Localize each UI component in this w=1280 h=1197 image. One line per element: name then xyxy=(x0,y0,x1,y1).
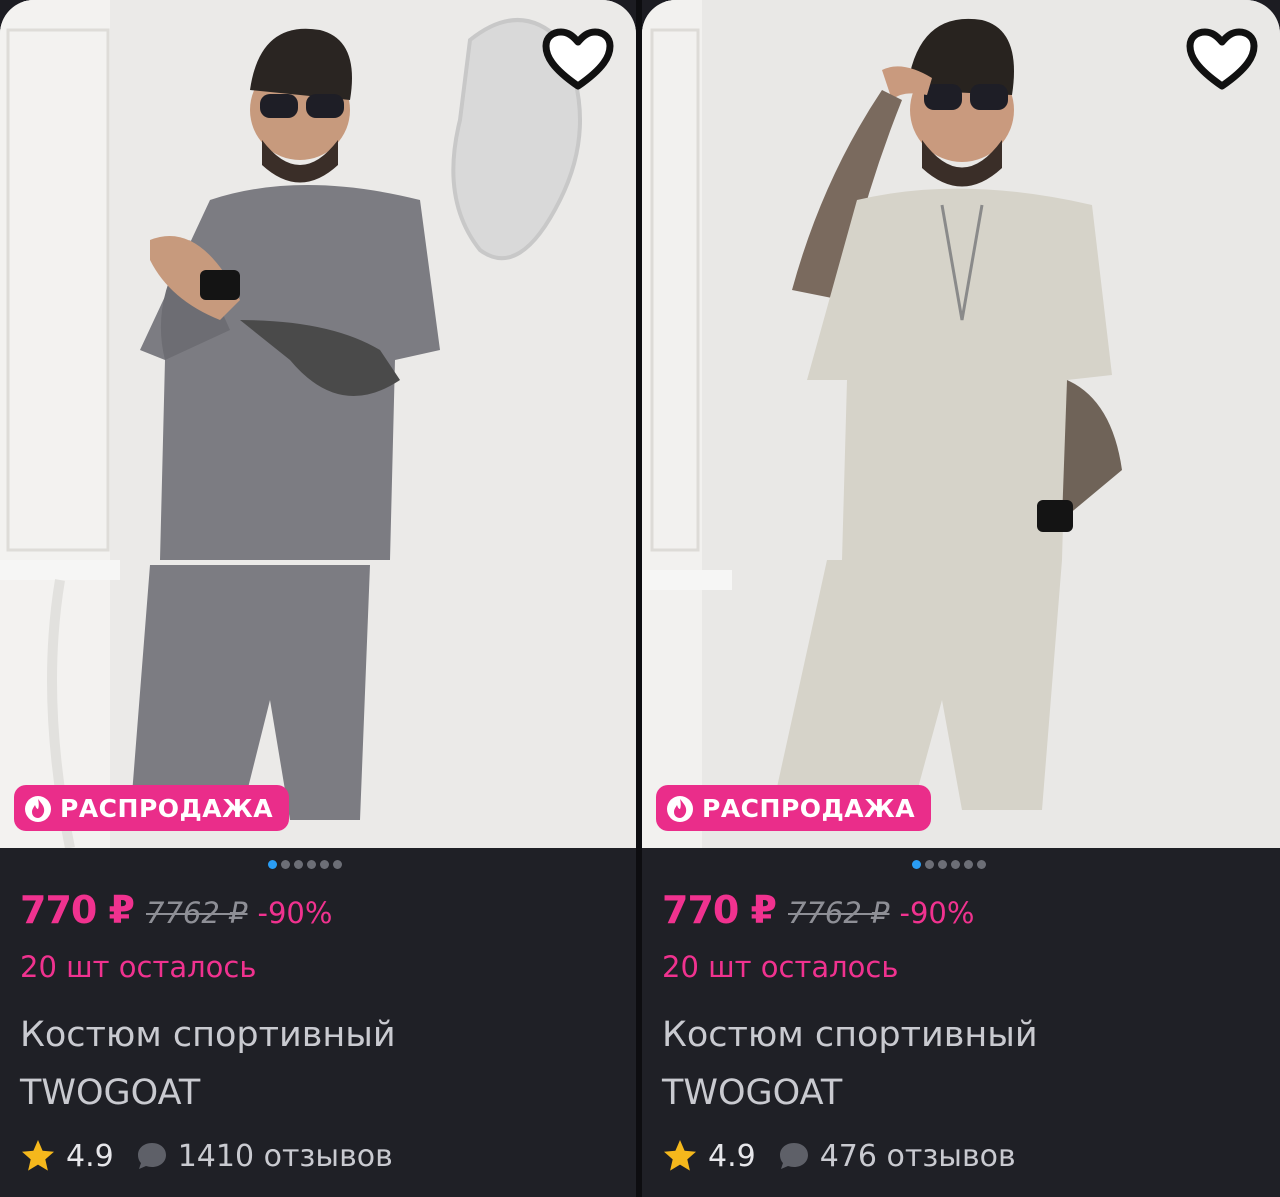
discount-percent: -90% xyxy=(899,896,975,930)
pagination-dot xyxy=(977,860,986,869)
discount-percent: -90% xyxy=(257,896,333,930)
sale-badge-label: РАСПРОДАЖА xyxy=(702,793,916,823)
sale-badge-label: РАСПРОДАЖА xyxy=(60,793,274,823)
product-title[interactable]: Костюм спортивный TWOGOAT xyxy=(20,1006,626,1122)
old-price: 7762 ₽ xyxy=(146,896,248,930)
reviews-count[interactable]: 1410 отзывов xyxy=(178,1139,393,1174)
sale-badge: РАСПРОДАЖА xyxy=(14,785,290,831)
rating-value: 4.9 xyxy=(66,1138,114,1174)
pagination-dot xyxy=(268,860,277,869)
product-title-line: Костюм спортивный xyxy=(20,1015,396,1055)
star-icon xyxy=(664,1140,696,1171)
photo-pagination xyxy=(268,860,342,869)
price-row: 770 ₽ 7762 ₽ -90% xyxy=(20,888,626,944)
comment-bubble-icon xyxy=(137,1143,166,1169)
current-price: 770 ₽ xyxy=(662,888,777,932)
product-title-line: Костюм спортивный xyxy=(662,1015,1038,1055)
product-photo[interactable]: РАСПРОДАЖА xyxy=(0,0,636,848)
stock-left: 20 шт осталось xyxy=(662,950,899,984)
pagination-dot xyxy=(938,860,947,869)
pagination-dot xyxy=(925,860,934,869)
product-card[interactable]: РАСПРОДАЖА 770 ₽ 7762 ₽ -90% 20 шт остал… xyxy=(0,0,636,1197)
product-title[interactable]: Костюм спортивный TWOGOAT xyxy=(662,1006,1270,1122)
product-info: 770 ₽ 7762 ₽ -90% 20 шт осталось Костюм … xyxy=(20,888,626,1182)
pagination-dot xyxy=(281,860,290,869)
product-brand: TWOGOAT xyxy=(662,1073,843,1113)
flame-icon xyxy=(667,796,693,822)
flame-icon xyxy=(25,796,51,822)
pagination-dot xyxy=(333,860,342,869)
pagination-dot xyxy=(964,860,973,869)
product-card[interactable]: РАСПРОДАЖА 770 ₽ 7762 ₽ -90% 20 шт остал… xyxy=(642,0,1280,1197)
pagination-dot xyxy=(294,860,303,869)
pagination-dot xyxy=(320,860,329,869)
product-brand: TWOGOAT xyxy=(20,1073,201,1113)
product-photo[interactable]: РАСПРОДАЖА xyxy=(642,0,1280,848)
favorite-heart-icon[interactable] xyxy=(542,28,614,92)
price-row: 770 ₽ 7762 ₽ -90% xyxy=(662,888,1270,944)
rating-row: 4.9 476 отзывов xyxy=(662,1130,1270,1182)
pagination-dot xyxy=(912,860,921,869)
sale-badge: РАСПРОДАЖА xyxy=(656,785,932,831)
rating-value: 4.9 xyxy=(708,1138,756,1174)
product-info: 770 ₽ 7762 ₽ -90% 20 шт осталось Костюм … xyxy=(662,888,1270,1182)
product-grid: РАСПРОДАЖА 770 ₽ 7762 ₽ -90% 20 шт остал… xyxy=(0,0,1280,1197)
reviews-count[interactable]: 476 отзывов xyxy=(820,1139,1016,1174)
old-price: 7762 ₽ xyxy=(788,896,890,930)
stock-left: 20 шт осталось xyxy=(20,950,257,984)
favorite-heart-icon[interactable] xyxy=(1186,28,1258,92)
comment-bubble-icon xyxy=(779,1143,808,1169)
star-icon xyxy=(22,1140,54,1171)
rating-row: 4.9 1410 отзывов xyxy=(20,1130,626,1182)
current-price: 770 ₽ xyxy=(20,888,135,932)
photo-pagination xyxy=(912,860,986,869)
pagination-dot xyxy=(951,860,960,869)
pagination-dot xyxy=(307,860,316,869)
product-image xyxy=(642,0,1280,848)
product-image xyxy=(0,0,636,848)
